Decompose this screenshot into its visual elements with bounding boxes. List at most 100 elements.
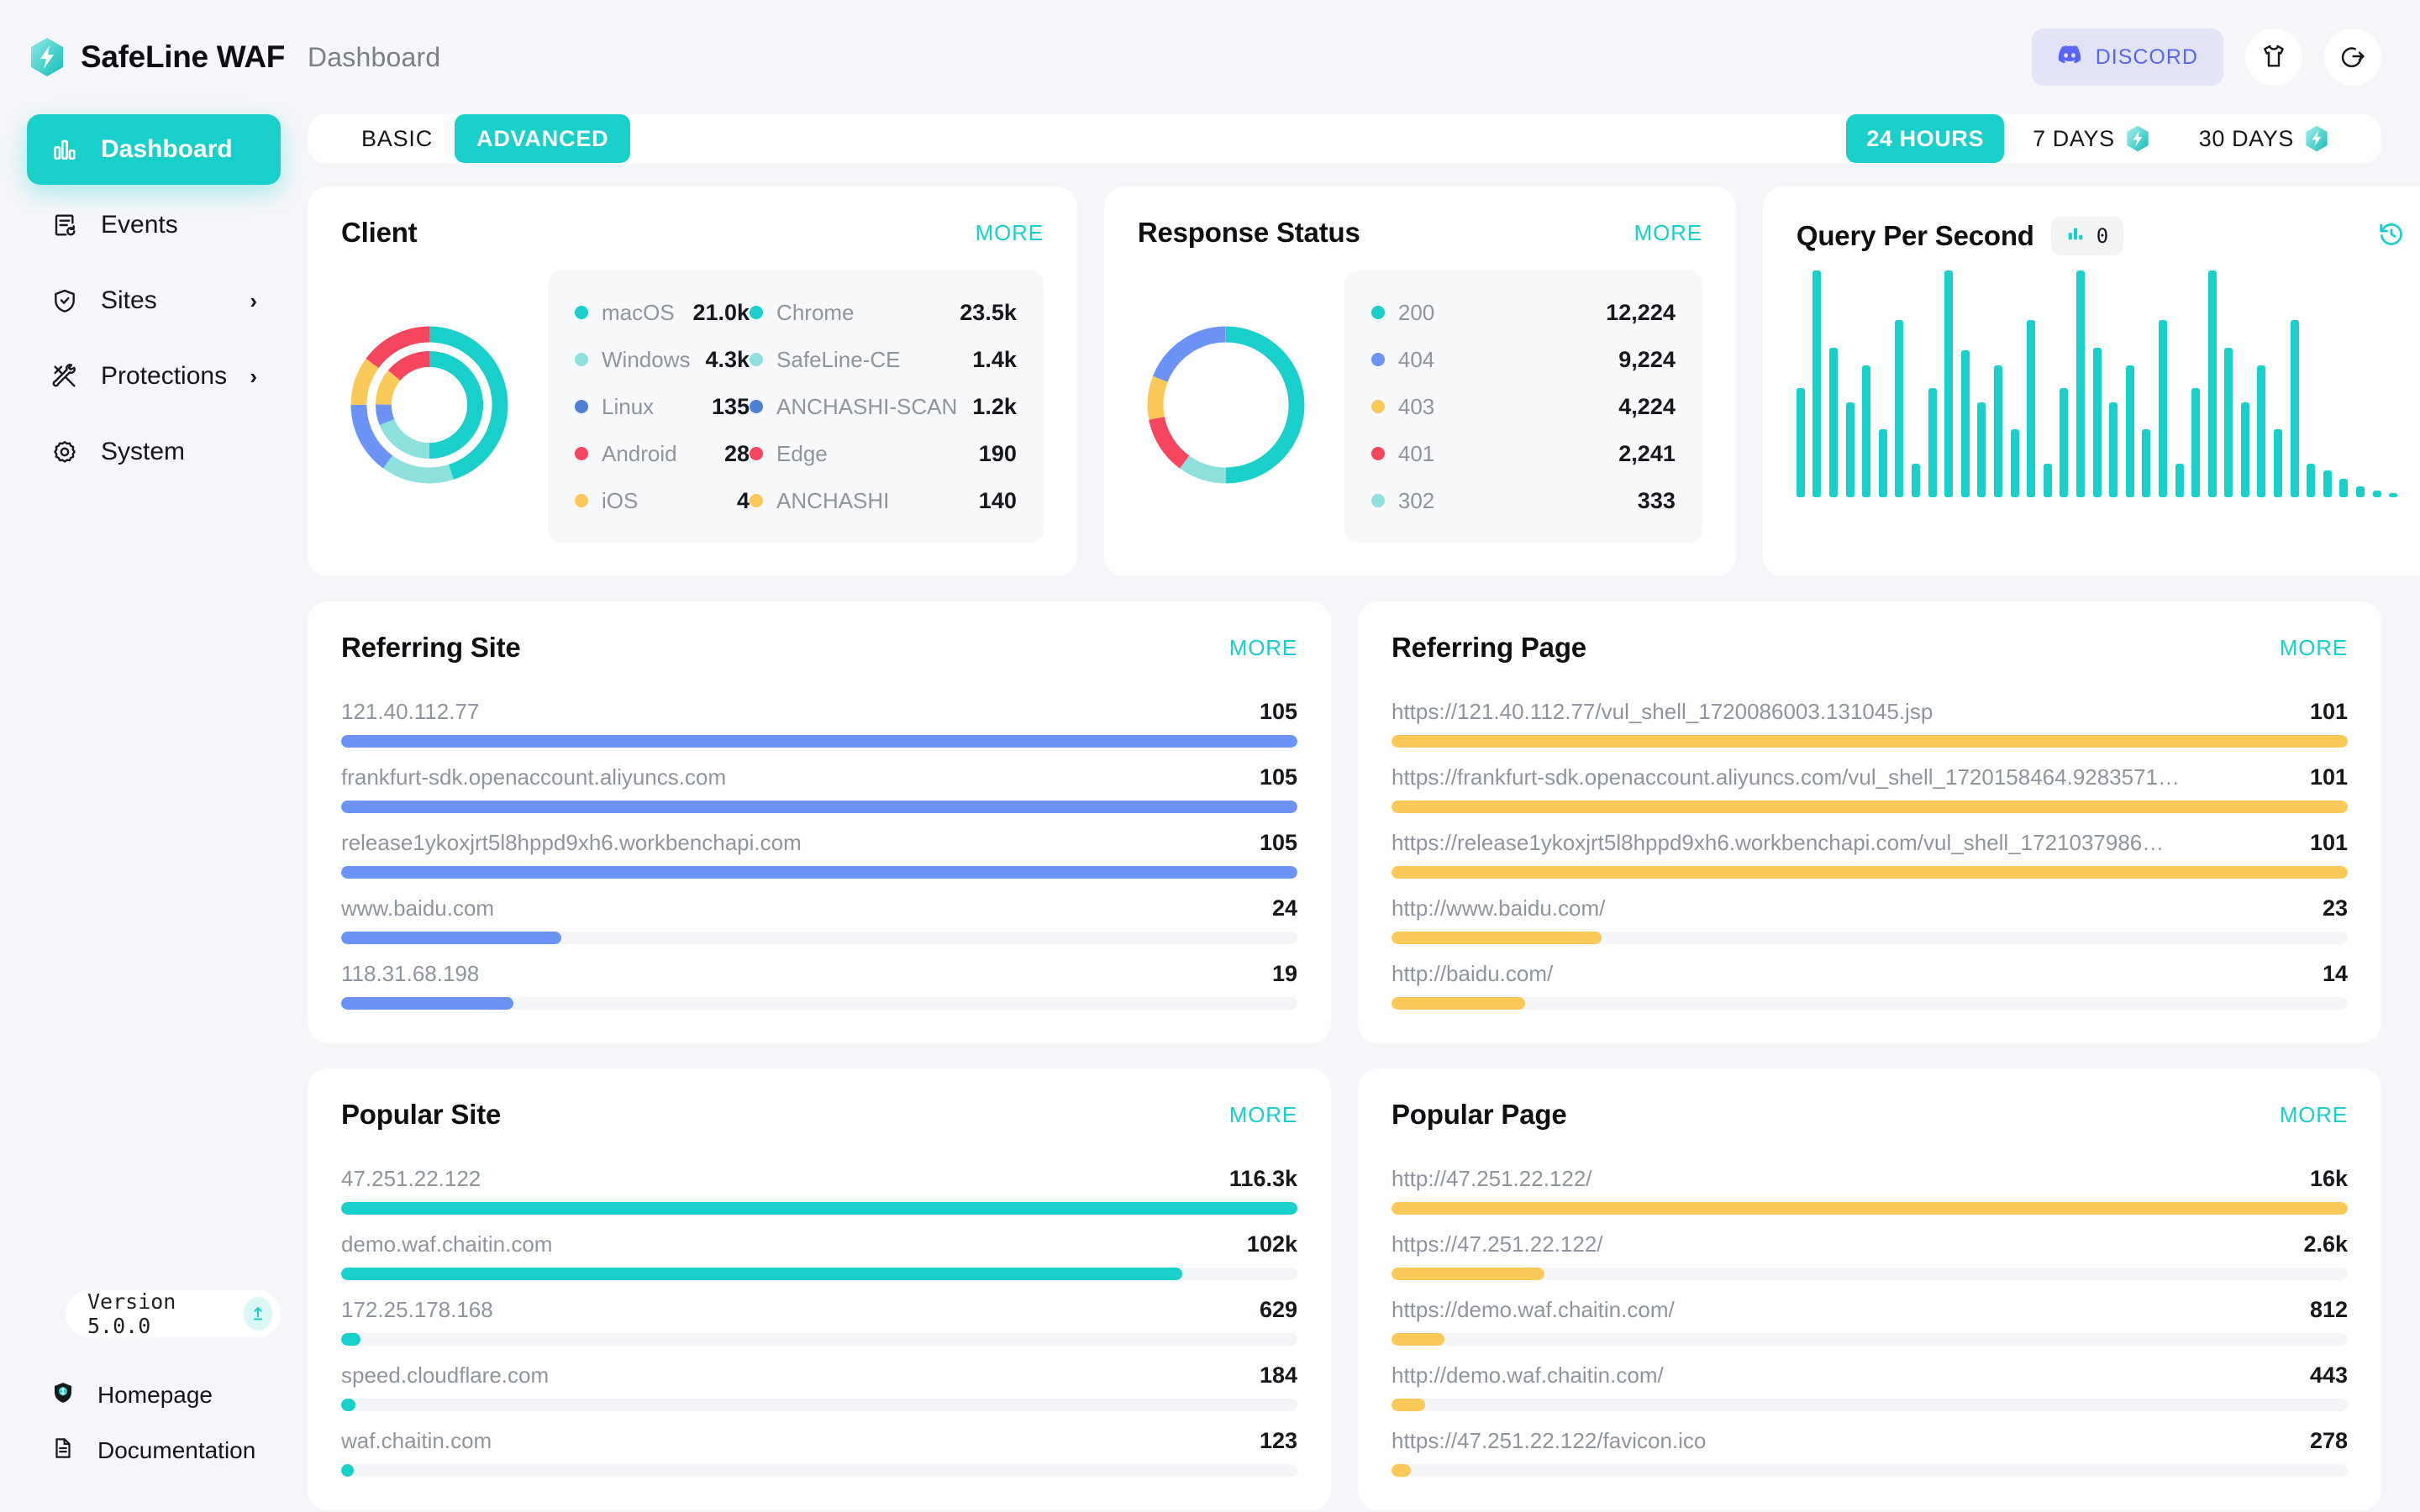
legend-value: 4 [722,488,750,514]
pro-bolt-icon [2125,125,2150,152]
legend-label: ANCHASHI [776,488,889,514]
sidebar-item-sites[interactable]: Sites › [27,265,281,336]
list-item[interactable]: https://frankfurt-sdk.openaccount.aliyun… [1392,751,2348,813]
more-link-response-status[interactable]: MORE [1634,220,1702,246]
legend-item: Windows 4.3k [575,336,750,383]
legend-label: Edge [776,441,828,467]
list-item[interactable]: https://121.40.112.77/vul_shell_17200860… [1392,685,2348,748]
more-link-referring-site[interactable]: MORE [1229,635,1297,661]
donut-svg [1138,317,1314,493]
list-item[interactable]: demo.waf.chaitin.com102k [341,1218,1297,1280]
header-actions: DISCORD [2032,29,2420,86]
legend-item: ANCHASHI-SCAN 1.2k [750,383,1017,430]
qps-bar [2291,320,2299,497]
bar-chart-icon [50,135,79,164]
progress-track [1392,866,2348,879]
sidebar-item-dashboard[interactable]: Dashboard [27,114,281,185]
card-popular-site: Popular Site MORE 47.251.22.122116.3kdem… [308,1068,1331,1510]
list-item[interactable]: 118.31.68.19819 [341,948,1297,1010]
footer-link-documentation[interactable]: Documentation [27,1423,281,1478]
list-item-label: 121.40.112.77 [341,699,479,725]
progress-track [341,1464,1297,1477]
legend-item: 401 2,241 [1371,430,1676,477]
time-range-group: 24 HOURS 7 DAYS 30 [1846,114,2349,163]
progress-fill [341,801,1297,813]
legend-item: Chrome 23.5k [750,289,1017,336]
list-item-label: frankfurt-sdk.openaccount.aliyuncs.com [341,764,726,790]
list-item[interactable]: frankfurt-sdk.openaccount.aliyuncs.com10… [341,751,1297,813]
qps-bar [2208,270,2217,497]
progress-fill [1392,866,2348,879]
legend-item: 404 9,224 [1371,336,1676,383]
sidebar-item-protections[interactable]: Protections › [27,341,281,412]
legend-dot [750,306,763,319]
card-header: Referring Site MORE [341,632,1297,664]
list-item[interactable]: http://demo.waf.chaitin.com/443 [1392,1349,2348,1411]
qps-bar [2093,348,2102,497]
qps-bar [2389,493,2397,497]
footer-link-homepage[interactable]: Homepage [27,1368,281,1423]
qps-bar [1846,402,1854,497]
response-status-legend: 200 12,224 404 9,224 403 4 [1344,270,1702,543]
legend-value: 4,224 [1603,394,1676,420]
list-item[interactable]: waf.chaitin.com123 [341,1415,1297,1477]
merch-button[interactable] [2245,29,2302,86]
legend-dot [1371,353,1385,366]
legend-label: macOS [602,300,675,326]
progress-track [1392,1464,2348,1477]
progress-fill [1392,1202,2348,1215]
list-item-label: 172.25.178.168 [341,1297,493,1323]
list-item[interactable]: 172.25.178.168629 [341,1284,1297,1346]
discord-button[interactable]: DISCORD [2032,29,2223,86]
legend-value: 333 [1623,488,1676,514]
list-item-label: 118.31.68.198 [341,961,479,987]
range-7-days[interactable]: 7 DAYS [2012,114,2170,163]
tab-basic[interactable]: BASIC [339,114,455,163]
more-link-referring-page[interactable]: MORE [2280,635,2348,661]
progress-track [1392,1333,2348,1346]
list-item-value: 2.6k [2278,1231,2348,1257]
list-item-header: http://www.baidu.com/23 [1392,882,2348,932]
list-item[interactable]: http://baidu.com/14 [1392,948,2348,1010]
list-item-header: demo.waf.chaitin.com102k [341,1218,1297,1268]
qps-bar [2323,470,2332,497]
list-item-value: 24 [1247,895,1297,921]
list-item[interactable]: https://demo.waf.chaitin.com/812 [1392,1284,2348,1346]
qps-history-button[interactable] [2377,220,2406,253]
legend-label: 403 [1398,394,1434,420]
tab-advanced[interactable]: ADVANCED [455,114,630,163]
logout-button[interactable] [2324,29,2381,86]
list-item[interactable]: www.baidu.com24 [341,882,1297,944]
range-24-hours[interactable]: 24 HOURS [1846,114,2004,163]
card-referring-page: Referring Page MORE https://121.40.112.7… [1358,601,2381,1043]
event-log-icon [50,211,79,239]
list-item[interactable]: http://47.251.22.122/16k [1392,1152,2348,1215]
more-link-popular-page[interactable]: MORE [2280,1102,2348,1128]
list-item[interactable]: speed.cloudflare.com184 [341,1349,1297,1411]
range-30-days[interactable]: 30 DAYS [2179,114,2349,163]
list-item[interactable]: release1ykoxjrt5l8hppd9xh6.workbenchapi.… [341,816,1297,879]
progress-track [1392,932,2348,944]
legend-value: 190 [964,441,1017,467]
sidebar-item-events[interactable]: Events [27,190,281,260]
discord-icon [2057,45,2082,71]
version-badge[interactable]: Version 5.0.0 [66,1290,281,1337]
progress-track [341,1399,1297,1411]
progress-track [1392,735,2348,748]
list-item[interactable]: https://release1ykoxjrt5l8hppd9xh6.workb… [1392,816,2348,879]
more-link-client[interactable]: MORE [976,220,1044,246]
brand-name: SafeLine WAF [81,39,285,75]
sidebar-item-system[interactable]: System [27,417,281,487]
list-item[interactable]: https://47.251.22.122/favicon.ico278 [1392,1415,2348,1477]
progress-fill [341,1268,1182,1280]
progress-fill [1392,997,1525,1010]
list-item-header: 118.31.68.19819 [341,948,1297,997]
list-item[interactable]: https://47.251.22.122/2.6k [1392,1218,2348,1280]
more-link-popular-site[interactable]: MORE [1229,1102,1297,1128]
list-item[interactable]: 47.251.22.122116.3k [341,1152,1297,1215]
list-item[interactable]: 121.40.112.77105 [341,685,1297,748]
legend-item: iOS 4 [575,477,750,524]
card-title: Referring Page [1392,632,1586,664]
list-item[interactable]: http://www.baidu.com/23 [1392,882,2348,944]
top-header: SafeLine WAF Dashboard DISCORD [0,0,2420,114]
